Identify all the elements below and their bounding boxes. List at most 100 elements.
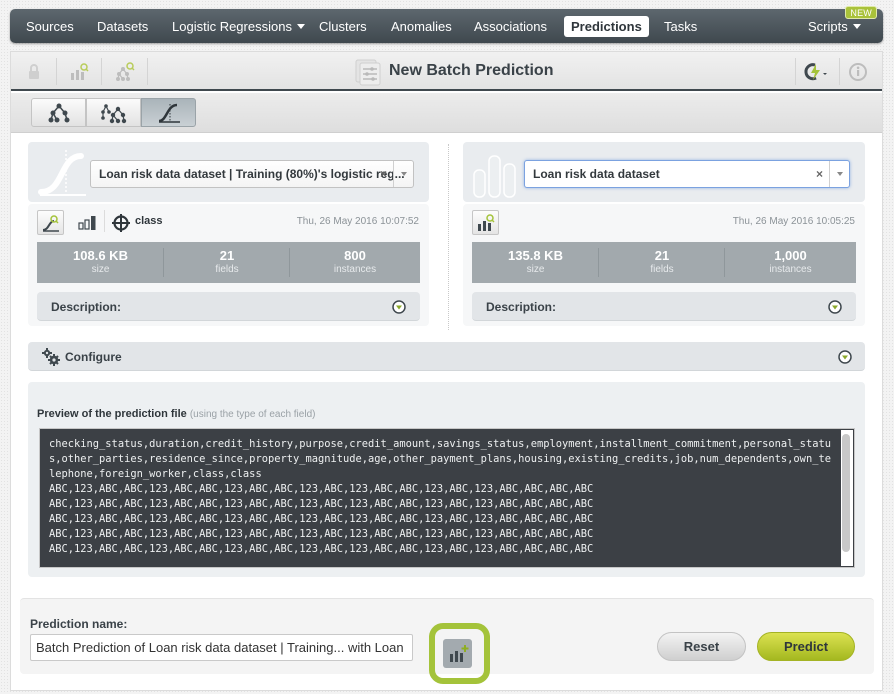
highlight-ring — [429, 623, 490, 684]
clear-selection-icon[interactable]: × — [816, 161, 823, 187]
chevron-down-icon[interactable] — [393, 161, 413, 187]
nav-datasets[interactable]: Datasets — [90, 16, 155, 37]
chart-plus-icon — [449, 644, 468, 662]
decision-tree-tab[interactable] — [31, 98, 86, 127]
preview-title: Preview of the prediction file (using th… — [37, 408, 315, 420]
view-dataset-button[interactable] — [472, 210, 499, 235]
nav-label: Associations — [474, 19, 547, 34]
nav-label: Clusters — [319, 19, 367, 34]
dataset-created-date: Thu, 26 May 2016 10:05:25 — [732, 216, 855, 227]
model-type-bar — [11, 93, 882, 133]
toolbar-divider — [147, 58, 148, 85]
nav-tasks[interactable]: Tasks — [657, 16, 704, 37]
objective-target-icon — [111, 213, 131, 238]
dataset-stats: 135.8 KB size 21 fields 1,000 instances — [472, 242, 856, 283]
stat-instances: 800 instances — [333, 248, 377, 275]
dataset-selector-panel: Loan risk data dataset × — [463, 142, 865, 202]
nav-anomalies[interactable]: Anomalies — [384, 16, 459, 37]
divider — [104, 210, 105, 232]
description-label: Description: — [51, 300, 122, 314]
scrollbar-thumb[interactable] — [842, 434, 850, 552]
preview-hint: (using the type of each field) — [189, 409, 316, 420]
dataset-description-toggle[interactable]: Description: — [472, 292, 856, 321]
preview-code: checking_status,duration,credit_history,… — [39, 428, 855, 568]
nav-sources[interactable]: Sources — [19, 16, 81, 37]
nav-label: Predictions — [571, 19, 642, 34]
tree-icon — [48, 103, 69, 122]
toolbar-divider — [795, 58, 796, 85]
ensemble-icon — [100, 103, 126, 123]
toolbar: New Batch Prediction — [11, 52, 882, 91]
model-stats: 108.6 KB size 21 fields 800 instances — [37, 242, 420, 283]
dataset-select-value: Loan risk data dataset — [533, 167, 660, 181]
ensemble-tab[interactable] — [86, 98, 141, 127]
dataset-search-icon[interactable] — [68, 61, 90, 83]
new-badge: NEW — [845, 6, 877, 19]
toolbar-divider — [101, 58, 102, 85]
nav-clusters[interactable]: Clusters — [312, 16, 374, 37]
logistic-regression-tab[interactable] — [141, 98, 196, 127]
model-created-date: Thu, 26 May 2016 10:07:52 — [296, 216, 419, 227]
gears-icon — [40, 347, 62, 372]
nav-predictions[interactable]: Predictions — [564, 16, 649, 37]
clear-selection-icon[interactable]: × — [380, 161, 387, 187]
chevron-down-icon[interactable] — [829, 161, 849, 187]
logistic-curve-icon — [158, 103, 180, 123]
prediction-name-label: Prediction name: — [30, 617, 128, 631]
prediction-name-input[interactable] — [30, 634, 413, 661]
model-select[interactable]: Loan risk data dataset | Training (80%)'… — [90, 160, 414, 188]
model-description-toggle[interactable]: Description: — [37, 292, 420, 321]
nav-logistic-regressions[interactable]: Logistic Regressions — [165, 16, 312, 37]
info-icon[interactable] — [847, 61, 869, 83]
dataset-select[interactable]: Loan risk data dataset × — [524, 160, 850, 188]
prediction-file-preview: Preview of the prediction file (using th… — [28, 382, 865, 577]
model-selector-panel: Loan risk data dataset | Training (80%)'… — [28, 142, 429, 202]
lock-icon — [23, 61, 45, 83]
preview-title-text: Preview of the prediction file — [37, 408, 187, 420]
caret-down-icon — [296, 24, 305, 29]
toolbar-divider — [839, 58, 840, 85]
view-model-button[interactable] — [37, 210, 64, 235]
preview-content: checking_status,duration,credit_history,… — [49, 438, 831, 555]
caret-down-icon — [852, 24, 861, 29]
nav-scripts[interactable]: Scripts — [801, 16, 868, 37]
field-importance-icon[interactable] — [78, 215, 98, 236]
predict-button[interactable]: Predict — [757, 632, 855, 661]
stat-size: 135.8 KB size — [508, 248, 563, 275]
lightning-refresh-icon[interactable] — [801, 61, 831, 83]
top-navigation: Sources Datasets Logistic Regressions Cl… — [10, 6, 883, 43]
stat-instances: 1,000 instances — [769, 248, 812, 275]
dataset-placeholder-icon — [472, 155, 518, 204]
description-label: Description: — [486, 300, 557, 314]
nav-label: Logistic Regressions — [172, 19, 292, 34]
nav-associations[interactable]: Associations — [467, 16, 554, 37]
logistic-curve-placeholder-icon — [36, 148, 88, 205]
nav-label: Anomalies — [391, 19, 452, 34]
add-prediction-fields-button[interactable] — [443, 639, 472, 668]
objective-field: class — [135, 215, 163, 227]
stat-fields: 21 fields — [650, 248, 674, 275]
expand-toggle-icon[interactable] — [838, 350, 852, 364]
toolbar-divider — [56, 58, 57, 85]
configure-toggle[interactable]: Configure — [28, 342, 865, 371]
batch-prediction-icon — [353, 57, 383, 87]
reset-button[interactable]: Reset — [657, 632, 746, 661]
model-search-icon[interactable] — [114, 61, 136, 83]
nav-label: Datasets — [97, 19, 149, 34]
expand-toggle-icon[interactable] — [392, 300, 406, 314]
expand-toggle-icon[interactable] — [828, 300, 842, 314]
model-select-value: Loan risk data dataset | Training (80%)'… — [99, 167, 405, 181]
nav-label: Scripts — [808, 19, 848, 34]
scrollbar-track[interactable] — [841, 430, 853, 566]
prediction-name-section: Prediction name: Reset Predict — [20, 598, 874, 684]
logistic-search-icon — [42, 214, 59, 232]
nav-label: Tasks — [664, 19, 698, 34]
nav-label: Sources — [26, 19, 74, 34]
configure-label: Configure — [65, 350, 122, 364]
dataset-info-panel: Thu, 26 May 2016 10:05:25 135.8 KB size 2… — [463, 204, 865, 326]
stat-size: 108.6 KB size — [73, 248, 128, 275]
panel-divider — [448, 144, 449, 330]
page-title: New Batch Prediction — [389, 62, 554, 79]
model-info-panel: class Thu, 26 May 2016 10:07:52 108.6 KB… — [28, 204, 429, 326]
batch-prediction-card: New Batch Prediction Loan risk data data… — [10, 51, 883, 691]
